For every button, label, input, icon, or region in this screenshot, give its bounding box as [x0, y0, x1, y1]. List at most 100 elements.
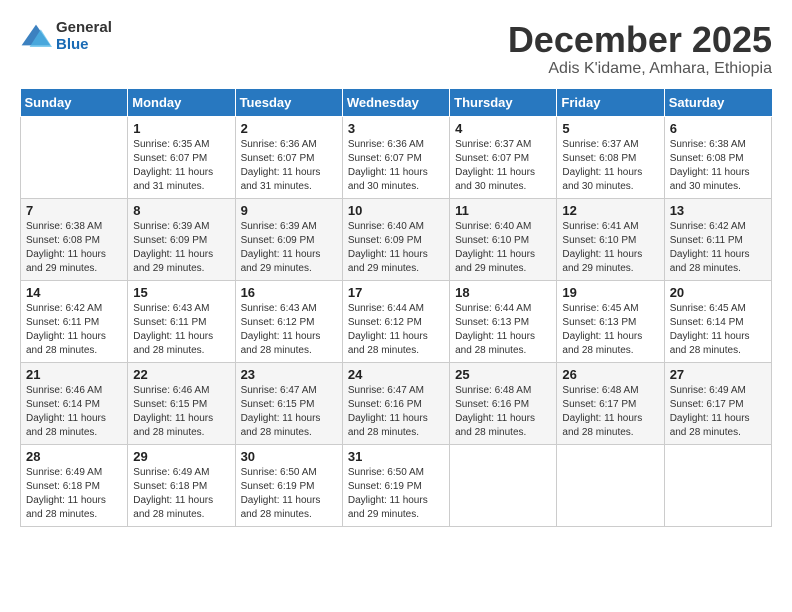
logo-blue: Blue [56, 37, 112, 54]
calendar-cell: 26 Sunrise: 6:48 AMSunset: 6:17 PMDayligh… [557, 362, 664, 444]
calendar-cell: 31Sunrise: 6:50 AMSunset: 6:19 PMDayligh… [342, 444, 449, 526]
calendar-cell: 25Sunrise: 6:48 AMSunset: 6:16 PMDayligh… [450, 362, 557, 444]
calendar-cell: 23 Sunrise: 6:47 AMSunset: 6:15 PMDayligh… [235, 362, 342, 444]
weekday-header: Tuesday [235, 88, 342, 116]
calendar-cell: 15 Sunrise: 6:43 AMSunset: 6:11 PMDayligh… [128, 280, 235, 362]
calendar-cell: 8Sunrise: 6:39 AMSunset: 6:09 PMDaylight… [128, 198, 235, 280]
day-detail: Sunrise: 6:39 AMSunset: 6:09 PMDaylight:… [241, 220, 337, 276]
calendar-cell: 20Sunrise: 6:45 AMSunset: 6:14 PMDayligh… [664, 280, 771, 362]
calendar-cell: 30 Sunrise: 6:50 AMSunset: 6:19 PMDayligh… [235, 444, 342, 526]
day-number: 10 [348, 203, 444, 218]
day-detail: Sunrise: 6:36 AMSunset: 6:07 PMDaylight:… [348, 138, 444, 194]
calendar-table: SundayMondayTuesdayWednesdayThursdayFrid… [20, 88, 772, 527]
page-header: General Blue December 2025 Adis K'idame,… [20, 20, 772, 78]
location-subtitle: Adis K'idame, Amhara, Ethiopia [508, 60, 772, 78]
day-number: 2 [241, 121, 337, 136]
calendar-cell: 5Sunrise: 6:37 AMSunset: 6:08 PMDaylight… [557, 116, 664, 198]
day-detail: Sunrise: 6:40 AMSunset: 6:10 PMDaylight:… [455, 220, 551, 276]
day-number: 1 [133, 121, 229, 136]
month-title: December 2025 [508, 20, 772, 60]
day-detail: Sunrise: 6:50 AMSunset: 6:19 PMDaylight:… [241, 466, 337, 522]
calendar-cell: 1 Sunrise: 6:35 AMSunset: 6:07 PMDaylight… [128, 116, 235, 198]
day-number: 4 [455, 121, 551, 136]
day-detail: Sunrise: 6:43 AMSunset: 6:11 PMDaylight:… [133, 302, 229, 358]
weekday-header: Friday [557, 88, 664, 116]
calendar-cell: 18 Sunrise: 6:44 AMSunset: 6:13 PMDayligh… [450, 280, 557, 362]
calendar-cell: 9 Sunrise: 6:39 AMSunset: 6:09 PMDaylight… [235, 198, 342, 280]
day-detail: Sunrise: 6:46 AMSunset: 6:15 PMDaylight:… [133, 384, 229, 440]
calendar-cell: 22 Sunrise: 6:46 AMSunset: 6:15 PMDayligh… [128, 362, 235, 444]
calendar-cell: 7Sunrise: 6:38 AMSunset: 6:08 PMDaylight… [21, 198, 128, 280]
calendar-week-row: 14 Sunrise: 6:42 AMSunset: 6:11 PMDayligh… [21, 280, 772, 362]
calendar-cell: 12 Sunrise: 6:41 AMSunset: 6:10 PMDayligh… [557, 198, 664, 280]
day-detail: Sunrise: 6:35 AMSunset: 6:07 PMDaylight:… [133, 138, 229, 194]
calendar-cell: 19Sunrise: 6:45 AMSunset: 6:13 PMDayligh… [557, 280, 664, 362]
day-number: 22 [133, 367, 229, 382]
calendar-cell: 6 Sunrise: 6:38 AMSunset: 6:08 PMDaylight… [664, 116, 771, 198]
day-number: 15 [133, 285, 229, 300]
day-detail: Sunrise: 6:38 AMSunset: 6:08 PMDaylight:… [26, 220, 122, 276]
day-number: 21 [26, 367, 122, 382]
day-detail: Sunrise: 6:42 AMSunset: 6:11 PMDaylight:… [26, 302, 122, 358]
day-number: 16 [241, 285, 337, 300]
day-detail: Sunrise: 6:44 AMSunset: 6:12 PMDaylight:… [348, 302, 444, 358]
day-number: 11 [455, 203, 551, 218]
day-number: 3 [348, 121, 444, 136]
calendar-cell: 11 Sunrise: 6:40 AMSunset: 6:10 PMDayligh… [450, 198, 557, 280]
calendar-cell: 27 Sunrise: 6:49 AMSunset: 6:17 PMDayligh… [664, 362, 771, 444]
logo-icon [20, 23, 52, 51]
day-number: 6 [670, 121, 766, 136]
calendar-cell: 21 Sunrise: 6:46 AMSunset: 6:14 PMDayligh… [21, 362, 128, 444]
day-detail: Sunrise: 6:48 AMSunset: 6:17 PMDaylight:… [562, 384, 658, 440]
day-number: 9 [241, 203, 337, 218]
day-number: 14 [26, 285, 122, 300]
day-number: 30 [241, 449, 337, 464]
day-number: 18 [455, 285, 551, 300]
day-detail: Sunrise: 6:49 AMSunset: 6:17 PMDaylight:… [670, 384, 766, 440]
weekday-header: Thursday [450, 88, 557, 116]
calendar-cell: 16Sunrise: 6:43 AMSunset: 6:12 PMDayligh… [235, 280, 342, 362]
day-number: 13 [670, 203, 766, 218]
day-detail: Sunrise: 6:50 AMSunset: 6:19 PMDaylight:… [348, 466, 444, 522]
title-block: December 2025 Adis K'idame, Amhara, Ethi… [508, 20, 772, 78]
logo: General Blue [20, 20, 112, 53]
weekday-header: Monday [128, 88, 235, 116]
day-detail: Sunrise: 6:47 AMSunset: 6:16 PMDaylight:… [348, 384, 444, 440]
calendar-cell: 14 Sunrise: 6:42 AMSunset: 6:11 PMDayligh… [21, 280, 128, 362]
calendar-cell: 17 Sunrise: 6:44 AMSunset: 6:12 PMDayligh… [342, 280, 449, 362]
calendar-cell: 2 Sunrise: 6:36 AMSunset: 6:07 PMDaylight… [235, 116, 342, 198]
day-detail: Sunrise: 6:49 AMSunset: 6:18 PMDaylight:… [133, 466, 229, 522]
day-number: 8 [133, 203, 229, 218]
day-number: 17 [348, 285, 444, 300]
calendar-cell [664, 444, 771, 526]
calendar-cell: 13 Sunrise: 6:42 AMSunset: 6:11 PMDayligh… [664, 198, 771, 280]
day-detail: Sunrise: 6:41 AMSunset: 6:10 PMDaylight:… [562, 220, 658, 276]
weekday-header: Sunday [21, 88, 128, 116]
calendar-cell: 4 Sunrise: 6:37 AMSunset: 6:07 PMDaylight… [450, 116, 557, 198]
day-detail: Sunrise: 6:46 AMSunset: 6:14 PMDaylight:… [26, 384, 122, 440]
day-detail: Sunrise: 6:36 AMSunset: 6:07 PMDaylight:… [241, 138, 337, 194]
day-number: 19 [562, 285, 658, 300]
day-detail: Sunrise: 6:37 AMSunset: 6:07 PMDaylight:… [455, 138, 551, 194]
day-number: 27 [670, 367, 766, 382]
day-number: 29 [133, 449, 229, 464]
day-detail: Sunrise: 6:49 AMSunset: 6:18 PMDaylight:… [26, 466, 122, 522]
day-number: 28 [26, 449, 122, 464]
day-detail: Sunrise: 6:42 AMSunset: 6:11 PMDaylight:… [670, 220, 766, 276]
calendar-cell [557, 444, 664, 526]
calendar-week-row: 21 Sunrise: 6:46 AMSunset: 6:14 PMDayligh… [21, 362, 772, 444]
calendar-cell: 10Sunrise: 6:40 AMSunset: 6:09 PMDayligh… [342, 198, 449, 280]
day-detail: Sunrise: 6:47 AMSunset: 6:15 PMDaylight:… [241, 384, 337, 440]
calendar-week-row: 1 Sunrise: 6:35 AMSunset: 6:07 PMDaylight… [21, 116, 772, 198]
day-detail: Sunrise: 6:45 AMSunset: 6:14 PMDaylight:… [670, 302, 766, 358]
day-detail: Sunrise: 6:38 AMSunset: 6:08 PMDaylight:… [670, 138, 766, 194]
day-number: 12 [562, 203, 658, 218]
day-number: 26 [562, 367, 658, 382]
day-number: 25 [455, 367, 551, 382]
day-number: 23 [241, 367, 337, 382]
weekday-header: Wednesday [342, 88, 449, 116]
day-detail: Sunrise: 6:44 AMSunset: 6:13 PMDaylight:… [455, 302, 551, 358]
logo-general: General [56, 20, 112, 37]
day-number: 24 [348, 367, 444, 382]
weekday-header: Saturday [664, 88, 771, 116]
